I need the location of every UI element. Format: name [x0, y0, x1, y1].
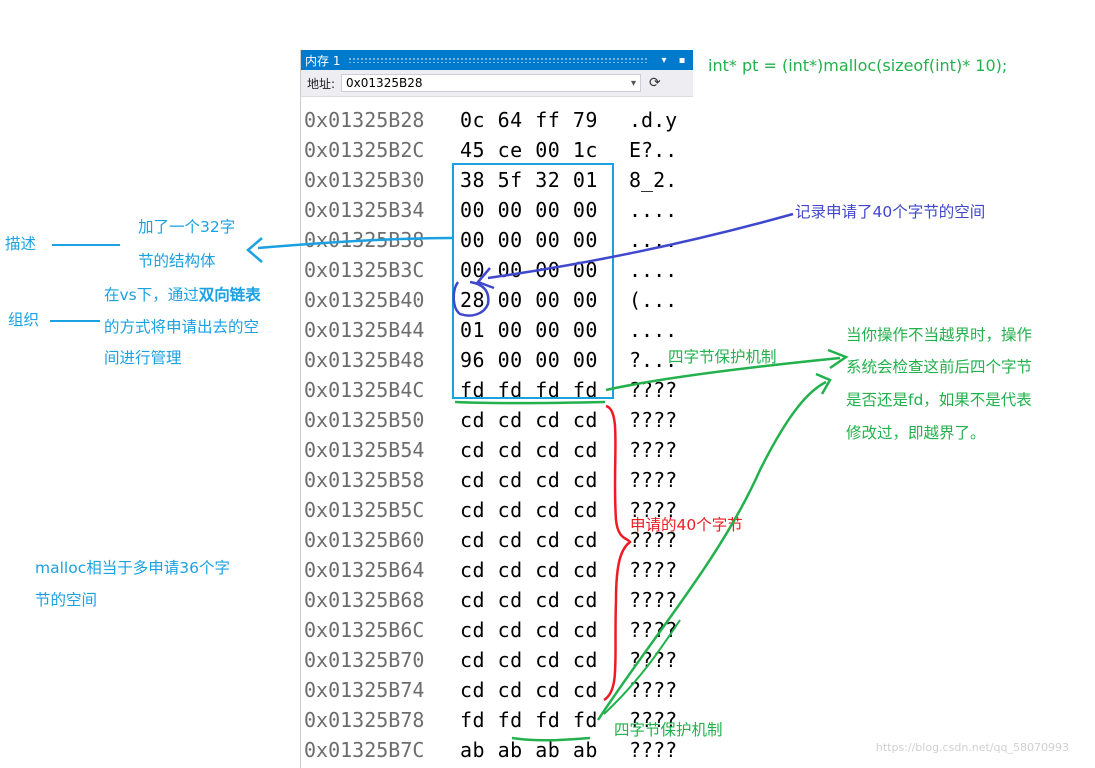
- guard-top-underline: [454, 400, 606, 405]
- requested-brace: [603, 404, 632, 702]
- guard-bottom-underline: [511, 736, 591, 742]
- guard-bottom-arrow: [596, 380, 827, 721]
- describe-arrow-head: [246, 237, 263, 263]
- describe-arrow: [257, 236, 454, 250]
- struct-box: [452, 163, 614, 399]
- guard-top-arrow: [605, 356, 841, 392]
- annotation-overlay: [50, 163, 849, 742]
- circle-28: [452, 280, 490, 317]
- record-arrow: [487, 212, 794, 280]
